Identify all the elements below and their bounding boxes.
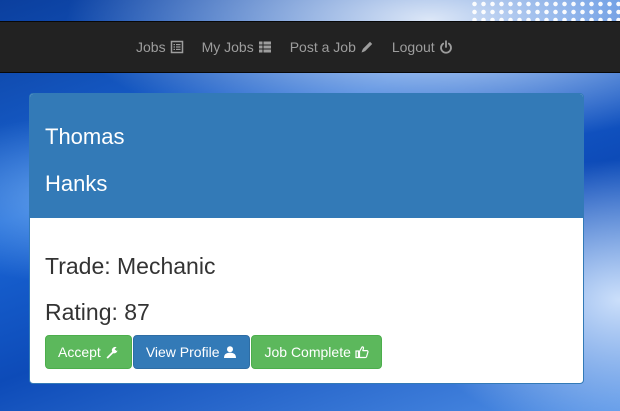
job-complete-button-label: Job Complete bbox=[264, 344, 351, 360]
nav-item-label: Post a Job bbox=[289, 39, 356, 55]
top-navbar: Jobs My Jobs Post a Job Logout bbox=[0, 21, 620, 73]
thumbs-up-icon bbox=[355, 345, 369, 359]
background-dots bbox=[470, 0, 620, 21]
worker-card: Thomas Hanks Trade: Mechanic Rating: 87 … bbox=[29, 93, 584, 384]
user-icon bbox=[223, 345, 237, 359]
worker-rating: Rating: 87 bbox=[45, 299, 150, 325]
nav-item-my-jobs[interactable]: My Jobs bbox=[193, 22, 281, 72]
worker-first-name: Thomas bbox=[45, 124, 125, 149]
worker-card-heading bbox=[30, 94, 583, 218]
nav-item-logout[interactable]: Logout bbox=[383, 22, 462, 72]
nav-item-jobs[interactable]: Jobs bbox=[127, 22, 193, 72]
accept-button[interactable]: Accept bbox=[45, 335, 132, 369]
nav-item-post-a-job[interactable]: Post a Job bbox=[281, 22, 383, 72]
pencil-icon bbox=[360, 40, 374, 54]
nav-item-label: Logout bbox=[391, 39, 435, 55]
view-profile-button[interactable]: View Profile bbox=[132, 335, 251, 369]
wrench-icon bbox=[105, 345, 119, 359]
list-alt-icon bbox=[170, 40, 184, 54]
nav-item-label: My Jobs bbox=[201, 39, 254, 55]
power-icon bbox=[439, 40, 453, 54]
accept-button-label: Accept bbox=[58, 344, 101, 360]
nav-item-label: Jobs bbox=[136, 39, 166, 55]
job-complete-button[interactable]: Job Complete bbox=[251, 335, 382, 369]
th-list-icon bbox=[258, 40, 272, 54]
view-profile-button-label: View Profile bbox=[145, 344, 220, 360]
worker-trade: Trade: Mechanic bbox=[45, 253, 216, 279]
nav-menu: Jobs My Jobs Post a Job Logout bbox=[127, 22, 462, 72]
background-banner bbox=[0, 0, 620, 21]
action-buttons: Accept View Profile Job Complete bbox=[45, 335, 382, 369]
worker-last-name: Hanks bbox=[45, 171, 108, 196]
